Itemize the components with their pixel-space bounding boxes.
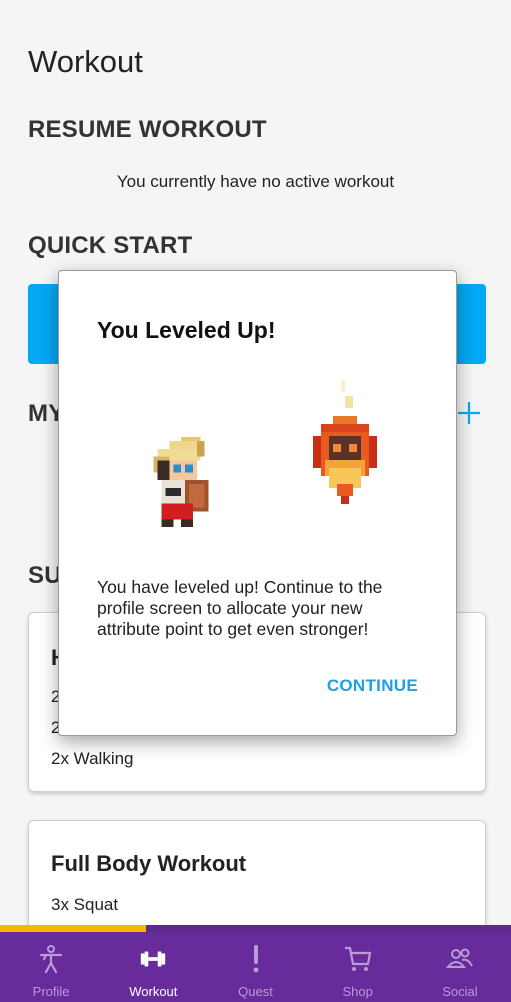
- nav-label: Social: [442, 984, 478, 999]
- nav-item-quest[interactable]: Quest: [204, 932, 306, 1002]
- profile-icon: [36, 944, 66, 974]
- xp-progress-bar: [0, 925, 511, 932]
- nav-label: Quest: [238, 984, 273, 999]
- cart-icon: [343, 944, 373, 974]
- nav-item-profile[interactable]: Profile: [0, 932, 102, 1002]
- suggested-workouts-heading: SU: [28, 562, 62, 589]
- nav-item-shop[interactable]: Shop: [307, 932, 409, 1002]
- dialog-message: You have leveled up! Continue to the pro…: [97, 577, 383, 639]
- no-active-workout-text: You currently have no active workout: [116, 172, 395, 191]
- workout-card-exercise: 2x Walking: [51, 749, 134, 768]
- continue-button[interactable]: CONTINUE: [327, 676, 418, 696]
- hero-character-icon: [153, 437, 209, 528]
- dialog-title: You Leveled Up!: [97, 317, 276, 343]
- people-icon: [445, 944, 475, 974]
- nav-label: Workout: [129, 984, 178, 999]
- bottom-nav: Profile Workout Quest Shop Social: [0, 932, 511, 1002]
- dumbbell-icon: [138, 944, 168, 974]
- resume-workout-heading: RESUME WORKOUT: [28, 116, 267, 143]
- level-up-dialog: You Leveled Up! You have leveled up! Con…: [58, 270, 457, 736]
- workout-card-exercise: 3x Squat: [51, 895, 119, 914]
- add-workout-icon[interactable]: [456, 400, 482, 426]
- exclamation-icon: [241, 944, 271, 974]
- nav-item-workout[interactable]: Workout: [102, 932, 204, 1002]
- page-title: Workout: [28, 44, 143, 79]
- nav-label: Shop: [342, 984, 373, 999]
- nav-label: Profile: [32, 984, 70, 999]
- nav-item-social[interactable]: Social: [409, 932, 511, 1002]
- workout-card-title: Full Body Workout: [51, 851, 247, 876]
- xp-progress-fill: [0, 925, 146, 932]
- quick-start-heading: QUICK START: [28, 232, 193, 259]
- fire-spirit-icon: [313, 380, 377, 504]
